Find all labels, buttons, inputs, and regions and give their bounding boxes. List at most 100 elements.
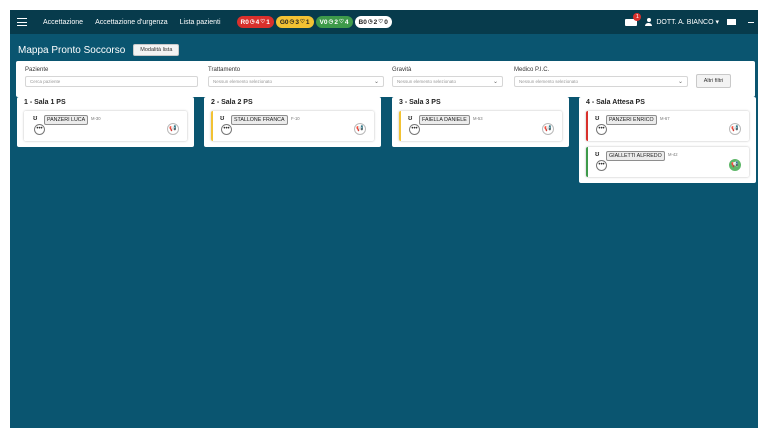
user-icon	[645, 18, 653, 26]
room-title: 4 - Sala Attesa PS	[586, 99, 645, 106]
call-patient-icon[interactable]: 📢	[167, 123, 179, 135]
more-options-icon[interactable]: •••	[34, 124, 45, 135]
call-patient-icon[interactable]: 📢	[729, 159, 741, 171]
patient-code: M-53	[473, 116, 483, 121]
summary-count-treatment: 2	[373, 18, 378, 26]
patient-name[interactable]: PANZERI LUCA	[44, 115, 89, 125]
more-options-icon[interactable]: •••	[409, 124, 420, 135]
nav-link-accettazione-urgenza[interactable]: Accettazione d'urgenza	[95, 19, 168, 26]
summary-count-done: 1	[305, 18, 310, 26]
stethoscope-icon: ʊ	[220, 115, 225, 122]
call-patient-icon[interactable]: 📢	[542, 123, 554, 135]
summary-count-done: 1	[266, 18, 270, 26]
more-options-icon[interactable]: •••	[596, 160, 607, 171]
stethoscope-icon: ♡	[260, 19, 266, 25]
filter-trattamento-label: Trattamento	[208, 67, 241, 73]
call-patient-icon[interactable]: 📢	[354, 123, 366, 135]
medico-select[interactable]: Nessun elemento selezionato ⌄	[514, 76, 688, 87]
patient-code: M-67	[660, 116, 670, 121]
triage-color-bar	[211, 111, 213, 141]
call-patient-icon[interactable]: 📢	[729, 123, 741, 135]
stethoscope-icon: ʊ	[33, 115, 38, 122]
patient-card[interactable]: ʊ FAIELLA DANIELE M-53 ••• 📢	[399, 111, 562, 141]
nav-link-lista-pazienti[interactable]: Lista pazienti	[180, 19, 221, 26]
chevron-down-icon: ⌄	[373, 79, 379, 85]
filter-medico-label: Medico P.I.C.	[514, 67, 550, 73]
patient-name[interactable]: PANZERI ENRICO	[606, 115, 657, 125]
filter-panel: Paziente Cerca paziente Trattamento Ness…	[16, 61, 755, 97]
summary-count-waiting: 0	[245, 18, 249, 26]
more-options-icon[interactable]: •••	[596, 124, 607, 135]
gravita-value: Nessun elemento selezionato	[397, 79, 457, 84]
triage-color-bar	[586, 147, 588, 177]
room-panel: 2 - Sala 2 PS ʊ STALLONE FRANCA F-10 ••• 📢	[204, 97, 381, 147]
triage-pill[interactable]: G 0 ◷ 3 ♡ 1	[275, 16, 314, 28]
patient-name[interactable]: FAIELLA DANIELE	[419, 115, 470, 125]
stethoscope-icon: ʊ	[595, 151, 600, 158]
triage-pill[interactable]: B 0 ◷ 2 ♡ 0	[354, 16, 392, 28]
triage-color-bar	[24, 111, 26, 141]
patient-card[interactable]: ʊ STALLONE FRANCA F-10 ••• 📢	[211, 111, 374, 141]
stethoscope-icon: ♡	[299, 19, 305, 25]
nav-link-accettazione[interactable]: Accettazione	[43, 19, 83, 26]
patient-card[interactable]: ʊ PANZERI LUCA M-30 ••• 📢	[24, 111, 187, 141]
chevron-down-icon: ⌄	[677, 79, 683, 85]
stethoscope-icon: ♡	[378, 19, 384, 25]
triage-pill[interactable]: V 0 ◷ 2 ♡ 4	[315, 16, 353, 28]
gravita-select[interactable]: Nessun elemento selezionato ⌄	[392, 76, 503, 87]
stethoscope-icon: ♡	[338, 19, 344, 25]
triage-color-bar	[399, 111, 401, 141]
room-panel: 3 - Sala 3 PS ʊ FAIELLA DANIELE M-53 ••• 📢	[392, 97, 569, 147]
clock-icon: ◷	[249, 19, 255, 25]
clock-icon: ◷	[289, 19, 295, 25]
top-navbar: Accettazione Accettazione d'urgenza List…	[10, 10, 758, 34]
summary-count-waiting: 0	[284, 18, 289, 26]
ambulance-badge: 1	[633, 12, 642, 21]
summary-count-treatment: 4	[255, 18, 260, 26]
stethoscope-icon: ʊ	[595, 115, 600, 122]
summary-count-treatment: 3	[295, 18, 299, 26]
title-row: Mappa Pronto Soccorso Modalità lista	[18, 44, 180, 56]
clock-icon: ◷	[328, 19, 334, 25]
hamburger-menu-icon[interactable]	[17, 18, 27, 26]
triage-pill[interactable]: R 0 ◷ 4 ♡ 1	[236, 16, 274, 28]
patient-code: M-42	[668, 152, 678, 157]
medico-value: Nessun elemento selezionato	[519, 79, 579, 84]
patient-name[interactable]: STALLONE FRANCA	[231, 115, 288, 125]
app-frame: Accettazione Accettazione d'urgenza List…	[10, 10, 758, 428]
minimize-icon[interactable]	[748, 21, 754, 23]
patient-search-input[interactable]: Cerca paziente	[25, 76, 198, 87]
ambulance-icon[interactable]: 1	[625, 12, 642, 27]
summary-count-waiting: 0	[323, 18, 328, 26]
filter-gravita-label: Gravità	[392, 67, 412, 73]
triage-color-bar	[586, 111, 588, 141]
mail-icon[interactable]	[727, 19, 736, 25]
user-menu[interactable]: DOTT. A. BIANCO ▾	[645, 18, 719, 26]
patient-code: F-10	[291, 116, 300, 121]
list-mode-button[interactable]: Modalità lista	[133, 44, 180, 56]
trattamento-select[interactable]: Nessun elemento selezionato ⌄	[208, 76, 384, 87]
filter-paziente-label: Paziente	[25, 67, 49, 73]
page-title: Mappa Pronto Soccorso	[18, 44, 126, 56]
summary-count-treatment: 2	[334, 18, 338, 26]
summary-count-done: 0	[384, 18, 388, 26]
more-options-icon[interactable]: •••	[221, 124, 232, 135]
altri-filtri-button[interactable]: Altri filtri	[696, 74, 731, 88]
patient-name[interactable]: GIALLETTI ALFREDO	[606, 151, 665, 161]
stethoscope-icon: ʊ	[408, 115, 413, 122]
user-name: DOTT. A. BIANCO ▾	[656, 19, 719, 26]
room-title: 3 - Sala 3 PS	[399, 99, 441, 106]
patient-code: M-30	[91, 116, 101, 121]
summary-count-done: 4	[344, 18, 349, 26]
summary-count-waiting: 0	[363, 18, 367, 26]
patient-card[interactable]: ʊ PANZERI ENRICO M-67 ••• 📢	[586, 111, 749, 141]
room-panel: 4 - Sala Attesa PS ʊ PANZERI ENRICO M-67 •••…	[579, 97, 756, 183]
room-title: 1 - Sala 1 PS	[24, 99, 66, 106]
triage-summary: R 0 ◷ 4 ♡ 1 G 0 ◷ 3 ♡ 1 V 0 ◷ 2 ♡ 4 B 0 ◷ 2 ♡ 0	[236, 16, 394, 28]
patient-card[interactable]: ʊ GIALLETTI ALFREDO M-42 ••• 📢	[586, 147, 749, 177]
trattamento-value: Nessun elemento selezionato	[213, 79, 273, 84]
clock-icon: ◷	[367, 19, 373, 25]
chevron-down-icon: ⌄	[492, 79, 498, 85]
room-title: 2 - Sala 2 PS	[211, 99, 253, 106]
room-panel: 1 - Sala 1 PS ʊ PANZERI LUCA M-30 ••• 📢	[17, 97, 194, 147]
